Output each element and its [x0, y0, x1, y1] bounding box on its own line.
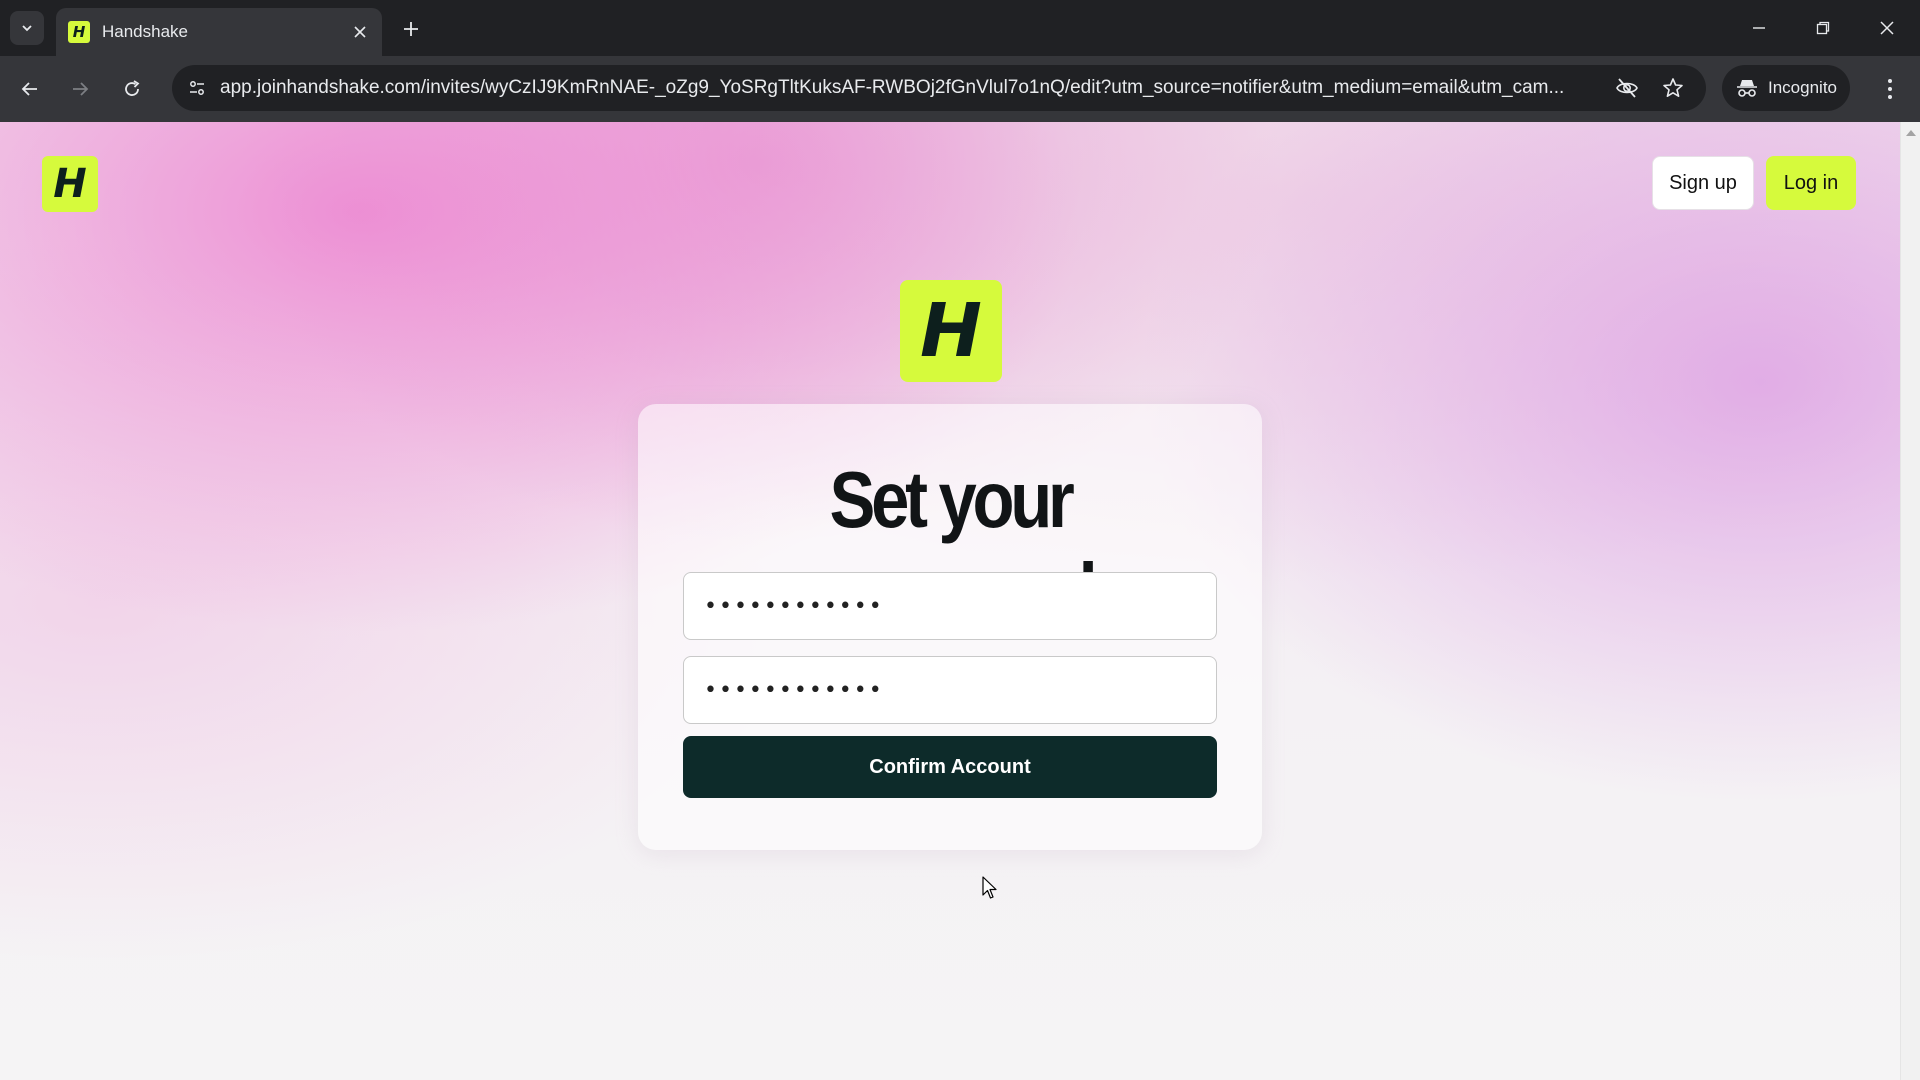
reload-button[interactable] [114, 71, 150, 107]
back-icon [21, 82, 37, 96]
close-icon [354, 26, 366, 38]
sign-up-button[interactable]: Sign up [1652, 156, 1754, 210]
close-icon [1880, 21, 1894, 35]
password-field[interactable] [683, 572, 1217, 640]
mouse-cursor-icon [982, 876, 997, 899]
address-bar[interactable]: app.joinhandshake.com/invites/wyCzIJ9KmR… [172, 65, 1706, 111]
browser-menu-button[interactable] [1874, 71, 1906, 107]
scroll-up-arrow-icon[interactable] [1906, 130, 1916, 136]
handshake-logo[interactable]: H [42, 156, 98, 212]
page-viewport: H Sign up Log in H Set your password Con… [0, 122, 1900, 1080]
forward-icon [73, 82, 89, 96]
forward-button[interactable] [62, 71, 98, 107]
handshake-logo-large: H [900, 280, 1002, 382]
close-tab-button[interactable] [350, 22, 370, 42]
browser-tab-strip: H Handshake [0, 0, 1920, 56]
handshake-favicon-icon: H [68, 21, 90, 43]
confirm-account-button[interactable]: Confirm Account [683, 736, 1217, 798]
log-in-button[interactable]: Log in [1766, 156, 1856, 210]
eye-off-icon [1616, 78, 1638, 98]
chevron-down-icon [22, 25, 32, 32]
url-text[interactable]: app.joinhandshake.com/invites/wyCzIJ9KmR… [220, 65, 1590, 111]
bookmark-button[interactable] [1658, 73, 1688, 103]
browser-toolbar: app.joinhandshake.com/invites/wyCzIJ9KmR… [0, 56, 1920, 122]
close-window-button[interactable] [1864, 10, 1910, 46]
restore-icon [1816, 21, 1830, 35]
incognito-label: Incognito [1768, 78, 1837, 97]
new-tab-button[interactable] [396, 14, 426, 44]
vertical-scrollbar[interactable] [1900, 122, 1920, 1080]
incognito-icon [1737, 80, 1757, 97]
site-info-button[interactable] [182, 73, 212, 103]
reload-icon [125, 80, 140, 96]
restore-button[interactable] [1800, 10, 1846, 46]
star-icon [1663, 78, 1683, 97]
incognito-profile-button[interactable]: Incognito [1722, 65, 1850, 111]
confirm-password-field[interactable] [683, 656, 1217, 724]
site-info-icon [190, 81, 204, 95]
set-password-card: Set your password Confirm Account [638, 404, 1262, 850]
back-button[interactable] [12, 71, 48, 107]
plus-icon [404, 22, 418, 36]
kebab-menu-icon [1888, 79, 1892, 99]
minimize-icon [1753, 27, 1765, 29]
tracking-protection-button[interactable] [1612, 73, 1642, 103]
tab-title: Handshake [102, 22, 189, 41]
browser-tab[interactable]: H Handshake [56, 8, 382, 56]
tab-search-button[interactable] [10, 11, 44, 45]
minimize-button[interactable] [1736, 10, 1782, 46]
